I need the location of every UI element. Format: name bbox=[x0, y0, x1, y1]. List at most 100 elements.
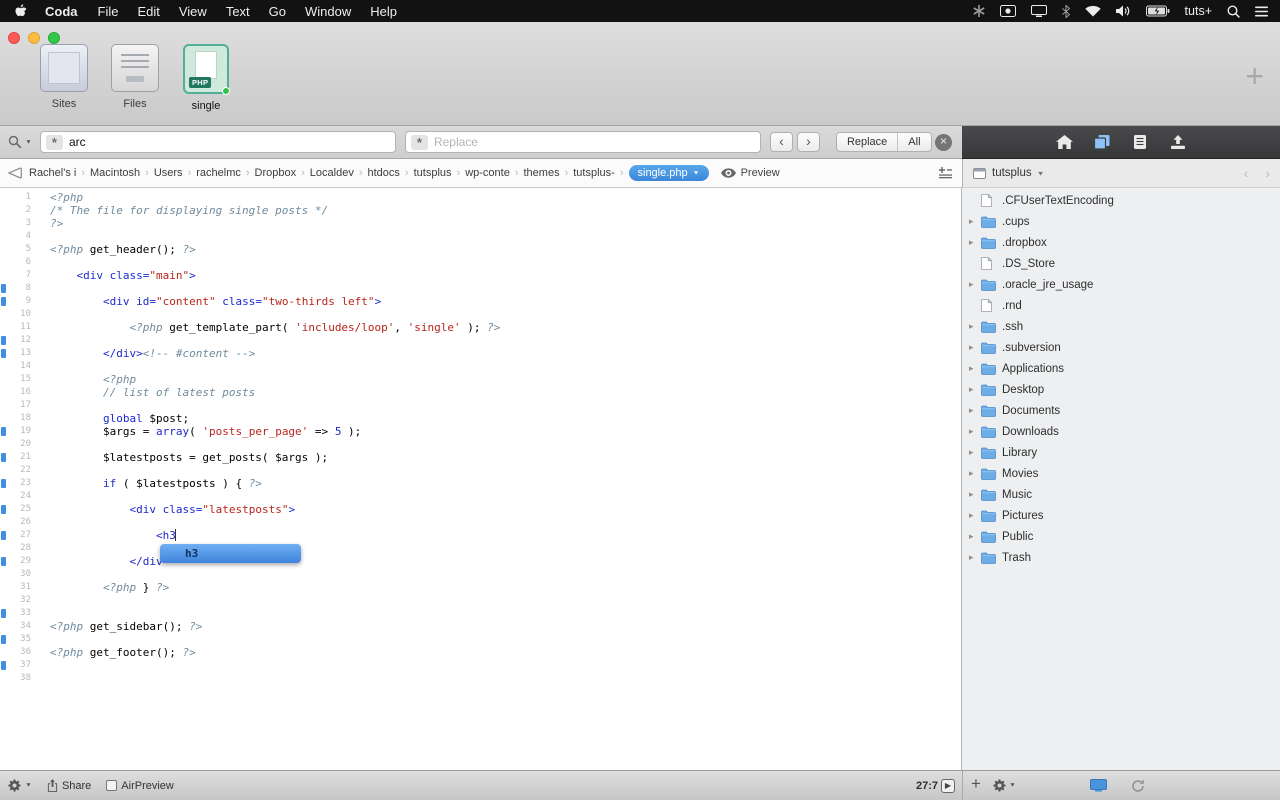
disclosure-triangle[interactable]: ▸ bbox=[969, 216, 981, 227]
source-name[interactable]: tutsplus bbox=[992, 167, 1032, 179]
code-line[interactable]: ?> bbox=[50, 217, 500, 230]
code-line[interactable] bbox=[50, 594, 500, 607]
code-line[interactable]: /* The file for displaying single posts … bbox=[50, 204, 500, 217]
file-row[interactable]: ▸ Applications bbox=[962, 358, 1280, 379]
menubar-username[interactable]: tuts+ bbox=[1185, 4, 1212, 18]
code-line[interactable]: // list of latest posts bbox=[50, 386, 500, 399]
code-line[interactable] bbox=[50, 438, 500, 451]
close-find-button[interactable]: × bbox=[935, 133, 952, 151]
breadcrumb-item[interactable]: wp-conte bbox=[465, 167, 510, 179]
publish-icon[interactable] bbox=[1164, 130, 1193, 154]
disclosure-triangle[interactable]: ▸ bbox=[969, 405, 981, 416]
file-row[interactable]: ▸ Music bbox=[962, 484, 1280, 505]
volume-icon[interactable] bbox=[1115, 5, 1131, 17]
autocomplete-selected-item[interactable]: h3 bbox=[185, 547, 198, 560]
code-line[interactable]: $latestposts = get_posts( $args ); bbox=[50, 451, 500, 464]
file-row[interactable]: ▸ .ssh bbox=[962, 316, 1280, 337]
autocomplete-popup[interactable]: h3 bbox=[160, 544, 301, 563]
disclosure-triangle[interactable]: ▸ bbox=[969, 552, 981, 563]
code-line[interactable]: global $post; bbox=[50, 412, 500, 425]
code-line[interactable] bbox=[50, 490, 500, 503]
code-line[interactable] bbox=[50, 282, 500, 295]
file-row[interactable]: ▸ Library bbox=[962, 442, 1280, 463]
file-row[interactable]: ▸.DS_Store bbox=[962, 253, 1280, 274]
file-row[interactable]: ▸.rnd bbox=[962, 295, 1280, 316]
code-line[interactable] bbox=[50, 360, 500, 373]
new-split-icon[interactable] bbox=[937, 167, 954, 179]
menu-item-go[interactable]: Go bbox=[269, 4, 286, 19]
menu-item-text[interactable]: Text bbox=[226, 4, 250, 19]
file-row[interactable]: ▸ Documents bbox=[962, 400, 1280, 421]
code-line[interactable] bbox=[50, 633, 500, 646]
code-line[interactable]: $args = array( 'posts_per_page' => 5 ); bbox=[50, 425, 500, 438]
find-input[interactable]: * arc bbox=[39, 131, 396, 153]
file-row[interactable]: ▸ Public bbox=[962, 526, 1280, 547]
add-file-button[interactable]: + bbox=[971, 774, 981, 794]
disclosure-triangle[interactable]: ▸ bbox=[969, 426, 981, 437]
breadcrumb-item[interactable]: Localdev bbox=[310, 167, 354, 179]
replace-button[interactable]: Replace bbox=[837, 133, 899, 151]
disclosure-triangle[interactable]: ▸ bbox=[969, 342, 981, 353]
disclosure-triangle[interactable]: ▸ bbox=[969, 279, 981, 290]
file-row[interactable]: ▸ Movies bbox=[962, 463, 1280, 484]
disclosure-triangle[interactable]: ▸ bbox=[969, 447, 981, 458]
code-line[interactable]: <?php bbox=[50, 373, 500, 386]
code-line[interactable] bbox=[50, 672, 500, 685]
sidebar-forward-button[interactable]: › bbox=[1265, 165, 1270, 181]
breadcrumb-item[interactable]: tutsplus bbox=[414, 167, 452, 179]
breadcrumb-item[interactable]: rachelmc bbox=[196, 167, 241, 179]
file-row[interactable]: ▸ .cups bbox=[962, 211, 1280, 232]
back-navigate-icon[interactable] bbox=[8, 167, 22, 179]
menu-item-file[interactable]: File bbox=[98, 4, 119, 19]
disclosure-triangle[interactable]: ▸ bbox=[969, 510, 981, 521]
preview-button[interactable]: Preview bbox=[720, 167, 780, 179]
airpreview-button[interactable]: AirPreview bbox=[106, 780, 174, 792]
tab-single[interactable]: PHP single bbox=[178, 44, 234, 112]
code-line[interactable]: <div id="content" class="two-thirds left… bbox=[50, 295, 500, 308]
screen-recording-icon[interactable] bbox=[999, 5, 1016, 17]
code-area[interactable]: <?php/* The file for displaying single p… bbox=[50, 191, 500, 685]
code-line[interactable]: <?php get_header(); ?> bbox=[50, 243, 500, 256]
replace-input[interactable]: * Replace bbox=[404, 131, 761, 153]
replace-all-button[interactable]: All bbox=[898, 133, 930, 151]
code-line[interactable]: <?php bbox=[50, 191, 500, 204]
share-button[interactable]: Share bbox=[47, 779, 91, 792]
wildcard-icon[interactable]: * bbox=[410, 134, 428, 150]
notification-center-icon[interactable] bbox=[1255, 6, 1268, 17]
keyboard-maestro-icon[interactable] bbox=[972, 5, 985, 17]
breadcrumb-item[interactable]: htdocs bbox=[368, 167, 400, 179]
code-line[interactable]: <?php get_sidebar(); ?> bbox=[50, 620, 500, 633]
files-pane-icon[interactable] bbox=[1088, 130, 1117, 154]
close-window-button[interactable] bbox=[8, 32, 20, 44]
home-icon[interactable] bbox=[1050, 130, 1079, 154]
breadcrumb-item[interactable]: Dropbox bbox=[255, 167, 297, 179]
code-line[interactable]: <h3 bbox=[50, 529, 500, 542]
tab-sites[interactable]: Sites bbox=[36, 44, 92, 112]
breadcrumb-item[interactable]: Users bbox=[154, 167, 183, 179]
bluetooth-icon[interactable] bbox=[1061, 4, 1070, 18]
disclosure-triangle[interactable]: ▸ bbox=[969, 237, 981, 248]
code-line[interactable] bbox=[50, 399, 500, 412]
code-line[interactable] bbox=[50, 568, 500, 581]
file-row[interactable]: ▸ Downloads bbox=[962, 421, 1280, 442]
code-line[interactable]: if ( $latestposts ) { ?> bbox=[50, 477, 500, 490]
file-row[interactable]: ▸ .subversion bbox=[962, 337, 1280, 358]
code-line[interactable]: <div class="latestposts"> bbox=[50, 503, 500, 516]
code-line[interactable] bbox=[50, 334, 500, 347]
file-row[interactable]: ▸ .dropbox bbox=[962, 232, 1280, 253]
find-next-button[interactable]: › bbox=[796, 132, 820, 152]
wildcard-icon[interactable]: * bbox=[45, 134, 63, 150]
clips-pane-icon[interactable] bbox=[1126, 130, 1155, 154]
goto-line-button[interactable]: ▶ bbox=[941, 779, 955, 793]
breadcrumb-item[interactable]: Rachel's i bbox=[29, 167, 76, 179]
code-line[interactable] bbox=[50, 516, 500, 529]
minimize-window-button[interactable] bbox=[28, 32, 40, 44]
file-row[interactable]: ▸ Pictures bbox=[962, 505, 1280, 526]
battery-charging-icon[interactable] bbox=[1145, 5, 1170, 17]
tab-files[interactable]: Files bbox=[107, 44, 163, 112]
code-line[interactable]: <?php } ?> bbox=[50, 581, 500, 594]
cursor-position[interactable]: 27:7 bbox=[916, 780, 938, 792]
chevron-down-icon[interactable]: ▼ bbox=[1037, 169, 1045, 176]
code-line[interactable] bbox=[50, 230, 500, 243]
search-scope-button[interactable]: ▼ bbox=[8, 135, 32, 149]
